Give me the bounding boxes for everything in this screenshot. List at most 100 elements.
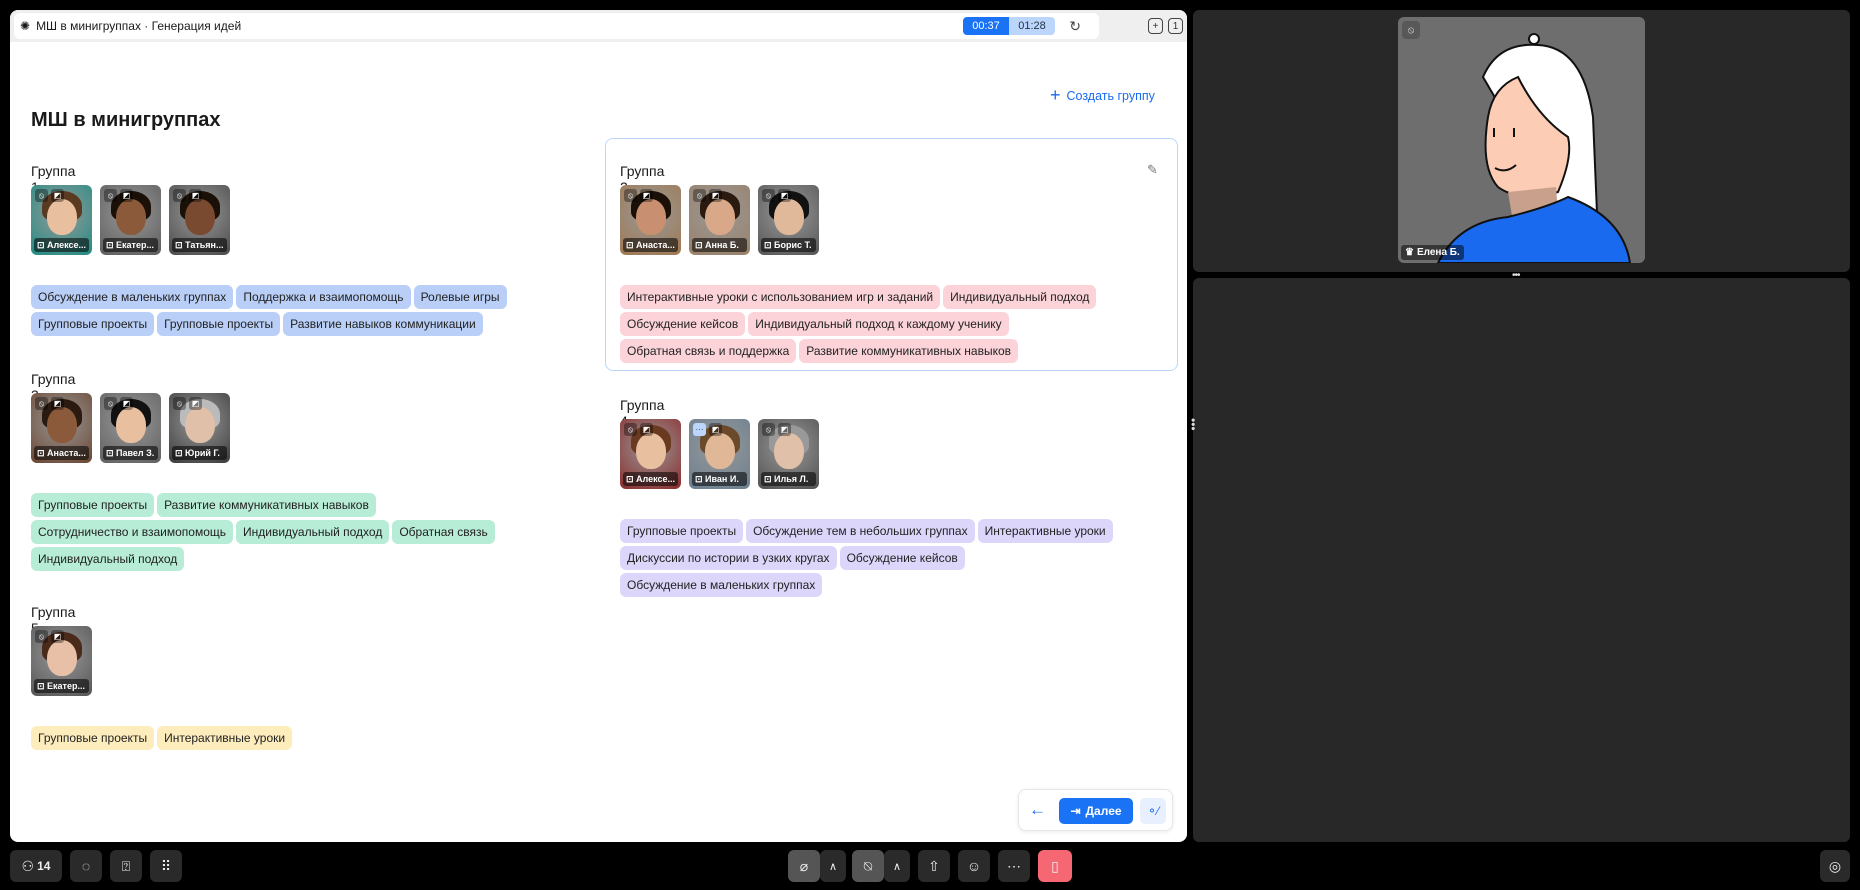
participant-name: ⊡ Анаста... [623,238,678,252]
crown-icon: ♛ [1405,247,1414,258]
leave-button[interactable]: ▯ [1038,850,1072,882]
idea-tag[interactable]: Обратная связь и поддержка [620,339,797,363]
participant-tile[interactable]: ⦸ ◩ ⊡ Анаста... [31,393,92,463]
camera-off-icon: ◩ [120,397,133,410]
participant-tile[interactable]: ⦸ ◩ ⊡ Татьян... [169,185,230,255]
idea-tag[interactable]: Обсуждение кейсов [839,546,965,570]
idea-tag[interactable]: Групповые проекты [31,493,155,517]
avatar-face [47,407,77,443]
camera-off-button[interactable]: ⍉ [852,850,884,882]
idea-tag[interactable]: Обсуждение в маленьких группах [31,285,234,309]
page-counter[interactable]: 1 [1168,18,1183,34]
participant-name: ⊡ Юрий Г. [172,446,227,460]
participant-tile[interactable]: ⦸ ◩ ⊡ Юрий Г. [169,393,230,463]
avatar-face [47,199,77,235]
participants-button[interactable]: ⚇ 14 [10,850,62,882]
mic-off-icon: ⦸ [1402,21,1420,39]
participant-name: ⊡ Илья Л. [761,472,816,486]
idea-tag[interactable]: Индивидуальный подход к каждому ученику [748,312,1009,336]
idea-tag[interactable]: Индивидуальный подход [943,285,1097,309]
help-icon[interactable]: ⍰ [110,850,142,882]
participant-tile[interactable]: ··· ◩ ⊡ Иван И. [689,419,750,489]
emoji-icon[interactable]: ☺ [958,850,990,882]
idea-tag[interactable]: Групповые проекты [157,312,281,336]
share-screen-icon[interactable]: ⇧ [918,850,950,882]
idea-tag[interactable]: Поддержка и взаимопомощь [236,285,411,309]
avatar-face [47,640,77,676]
participant-tile[interactable]: ⦸ ◩ ⊡ Екатер... [100,185,161,255]
more-icon[interactable]: ⋯ [998,850,1030,882]
idea-tag[interactable]: Групповые проекты [31,312,155,336]
mic-off-icon: ⦸ [762,189,775,202]
plus-icon: + [1050,85,1061,105]
add-icon[interactable]: + [1148,18,1163,34]
mic-off-icon: ⦸ [104,189,117,202]
participant-tile[interactable]: ⦸ ◩ ⊡ Анна Б. [689,185,750,255]
idea-tag[interactable]: Интерактивные уроки [157,726,293,750]
participant-tile[interactable]: ⦸ ◩ ⊡ Алексе... [31,185,92,255]
next-label: Далее [1085,804,1122,818]
back-arrow-icon[interactable]: ← [1029,800,1046,820]
participant-tiles: ⦸ ◩ ⊡ Алексе... ⦸ ◩ ⊡ Екатер... ⦸ ◩ ⊡ Татьян... [31,185,230,255]
idea-tag[interactable]: Индивидуальный подход [31,547,185,571]
idea-tag[interactable]: Обсуждение кейсов [620,312,746,336]
participant-tile[interactable]: ⦸ ◩ ⊡ Анаста... [620,185,681,255]
idea-tag[interactable]: Обсуждение в маленьких группах [620,573,823,597]
mic-off-icon: ⦸ [104,397,117,410]
camera-off-icon: ◩ [51,630,64,643]
session-panel: ✺ МШ в минигруппах · Генерация идей 00:3… [10,10,1187,842]
idea-tag[interactable]: Интерактивные уроки [977,519,1113,543]
idea-tag[interactable]: Обратная связь [392,520,495,544]
participant-tiles: ⦸ ◩ ⊡ Анаста... ⦸ ◩ ⊡ Павел З. ⦸ ◩ ⊡ Юрий Г. [31,393,230,463]
participant-name: ⊡ Алексе... [623,472,678,486]
avatar-face [185,407,215,443]
avatar-face [116,407,146,443]
record-icon[interactable]: ◎ [1820,850,1850,882]
idea-tag[interactable]: Групповые проекты [620,519,744,543]
participant-tiles: ⦸ ◩ ⊡ Алексе... ··· ◩ ⊡ Иван И. ⦸ ◩ ⊡ Илья Л. [620,419,819,489]
participant-name: ⊡ Татьян... [172,238,227,252]
video-name-label: ♛ Елена Б. [1401,245,1464,260]
participant-name: ⊡ Иван И. [692,472,747,486]
mic-off-button[interactable]: ⌀ [788,850,820,882]
camera-off-icon: ◩ [189,189,202,202]
idea-tags: Обсуждение в маленьких группах Поддержка … [31,285,576,336]
next-button[interactable]: ⇥ Далее [1059,798,1133,824]
camera-off-icon: ◩ [51,189,64,202]
avatar-face [774,199,804,235]
mic-chevron-icon[interactable]: ∧ [820,850,846,882]
idea-tag[interactable]: Обсуждение тем в небольших группах [746,519,975,543]
mic-off-icon: ⦸ [173,397,186,410]
create-group-button[interactable]: + Создать группу [1050,85,1155,106]
participant-name: ⊡ Анна Б. [692,238,747,252]
idea-tag[interactable]: Индивидуальный подход [236,520,390,544]
participant-name: ⊡ Борис Т. [761,238,816,252]
idea-tag[interactable]: Интерактивные уроки с использованием игр… [620,285,941,309]
idea-tag[interactable]: Групповые проекты [31,726,155,750]
timer-elapsed: 00:37 [963,17,1009,35]
participant-tile[interactable]: ⦸ ◩ ⊡ Борис Т. [758,185,819,255]
participant-tile[interactable]: ⦸ ◩ ⊡ Екатер... [31,626,92,696]
idea-tag[interactable]: Развитие коммуникативных навыков [157,493,376,517]
mic-off-icon: ⦸ [762,423,775,436]
idea-tag[interactable]: Сотрудничество и взаимопомощь [31,520,234,544]
idea-tags: Интерактивные уроки с использованием игр… [620,285,1165,363]
participant-tile[interactable]: ⦸ ◩ ⊡ Илья Л. [758,419,819,489]
resize-handle-vertical[interactable]: ••• [1186,418,1200,431]
camera-chevron-icon[interactable]: ∧ [884,850,910,882]
settings-nodes-icon[interactable]: ⚬⁄ [1140,798,1166,824]
refresh-icon[interactable]: ↻ [1069,18,1081,35]
apps-grid-icon[interactable]: ⠿ [150,850,182,882]
idea-tag[interactable]: Развитие коммуникативных навыков [799,339,1019,363]
idea-tag[interactable]: Дискуссии по истории в узких кругах [620,546,837,570]
idea-tag[interactable]: Ролевые игры [413,285,507,309]
participant-tile[interactable]: ⦸ ◩ ⊡ Павел З. [100,393,161,463]
idea-tag[interactable]: Развитие навыков коммуникации [283,312,483,336]
participant-tiles: ⦸ ◩ ⊡ Анаста... ⦸ ◩ ⊡ Анна Б. ⦸ ◩ ⊡ Борис Т. [620,185,819,255]
avatar-face [774,433,804,469]
participant-tile[interactable]: ⦸ ◩ ⊡ Алексе... [620,419,681,489]
chat-icon[interactable]: ◌ [70,850,102,882]
idea-tags: Групповые проекты Интерактивные уроки [31,726,576,750]
video-tile[interactable]: ⦸ ♛ Елена Б. [1398,17,1645,263]
edit-icon[interactable]: ✎ [1147,162,1158,178]
